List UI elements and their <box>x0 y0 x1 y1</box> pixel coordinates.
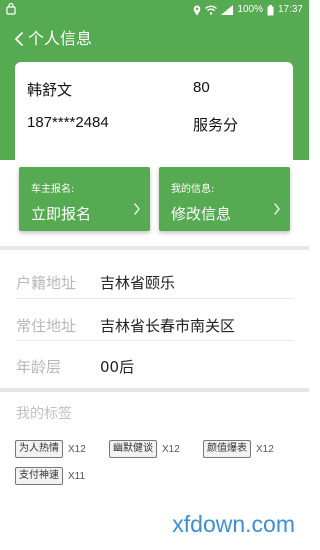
back-arrow-icon[interactable] <box>12 28 28 50</box>
register-caption: 车主报名: <box>31 184 75 195</box>
household-address-label: 户籍地址 <box>16 274 77 292</box>
battery-percentage: 100% <box>237 4 263 15</box>
info-row-residence-address: 常住地址 吉林省长春市南关区 <box>16 305 294 345</box>
location-icon <box>194 5 201 15</box>
section-divider <box>0 388 309 392</box>
chevron-right-icon <box>274 203 280 215</box>
tag-label[interactable]: 支付神速 <box>15 467 63 485</box>
tags-section-title: 我的标签 <box>16 406 72 422</box>
profile-card: 韩舒文 187****2484 80 服务分 <box>15 62 293 172</box>
age-group-value: 00后 <box>100 358 135 376</box>
tag-count: X12 <box>68 443 86 455</box>
app-notification-icon <box>6 3 16 15</box>
household-address-value: 吉林省颐乐 <box>100 274 176 292</box>
residence-address-label: 常住地址 <box>16 317 77 335</box>
edit-info-label: 修改信息 <box>171 205 232 223</box>
service-score-value: 80 <box>193 79 210 96</box>
tag-count: X11 <box>68 470 86 482</box>
edit-info-card[interactable]: 我的信息: 修改信息 <box>159 167 290 231</box>
tag-count: X12 <box>256 443 274 455</box>
tag-item: 幽默健谈 X12 <box>109 440 180 458</box>
tag-label[interactable]: 为人热情 <box>15 440 63 458</box>
battery-icon <box>267 4 274 15</box>
watermark: xfdown.com <box>172 511 295 537</box>
register-card[interactable]: 车主报名: 立即报名 <box>19 167 150 231</box>
page-title: 个人信息 <box>28 29 93 48</box>
info-row-household-address: 户籍地址 吉林省颐乐 <box>16 262 294 302</box>
user-phone: 187****2484 <box>27 114 109 131</box>
tag-label[interactable]: 颜值爆表 <box>203 440 251 458</box>
tag-count: X12 <box>162 443 180 455</box>
clock: 17:37 <box>277 4 303 15</box>
register-label: 立即报名 <box>31 205 92 223</box>
tag-label[interactable]: 幽默健谈 <box>109 440 157 458</box>
tag-item: 为人热情 X12 <box>15 440 86 458</box>
age-group-label: 年龄层 <box>16 358 62 376</box>
tag-item: 颜值爆表 X12 <box>203 440 274 458</box>
tag-item: 支付神速 X11 <box>15 467 85 485</box>
chevron-right-icon <box>134 203 140 215</box>
signal-icon <box>221 5 234 15</box>
row-divider <box>16 340 294 341</box>
residence-address-value: 吉林省长春市南关区 <box>100 317 236 335</box>
edit-info-caption: 我的信息: <box>171 184 215 195</box>
row-divider <box>16 298 294 299</box>
info-row-age-group: 年龄层 00后 <box>16 346 294 386</box>
wifi-icon <box>205 5 218 15</box>
status-bar: 100% 17:37 <box>0 0 309 20</box>
service-score-label: 服务分 <box>193 116 239 134</box>
user-name: 韩舒文 <box>27 81 73 99</box>
section-divider <box>0 246 309 250</box>
